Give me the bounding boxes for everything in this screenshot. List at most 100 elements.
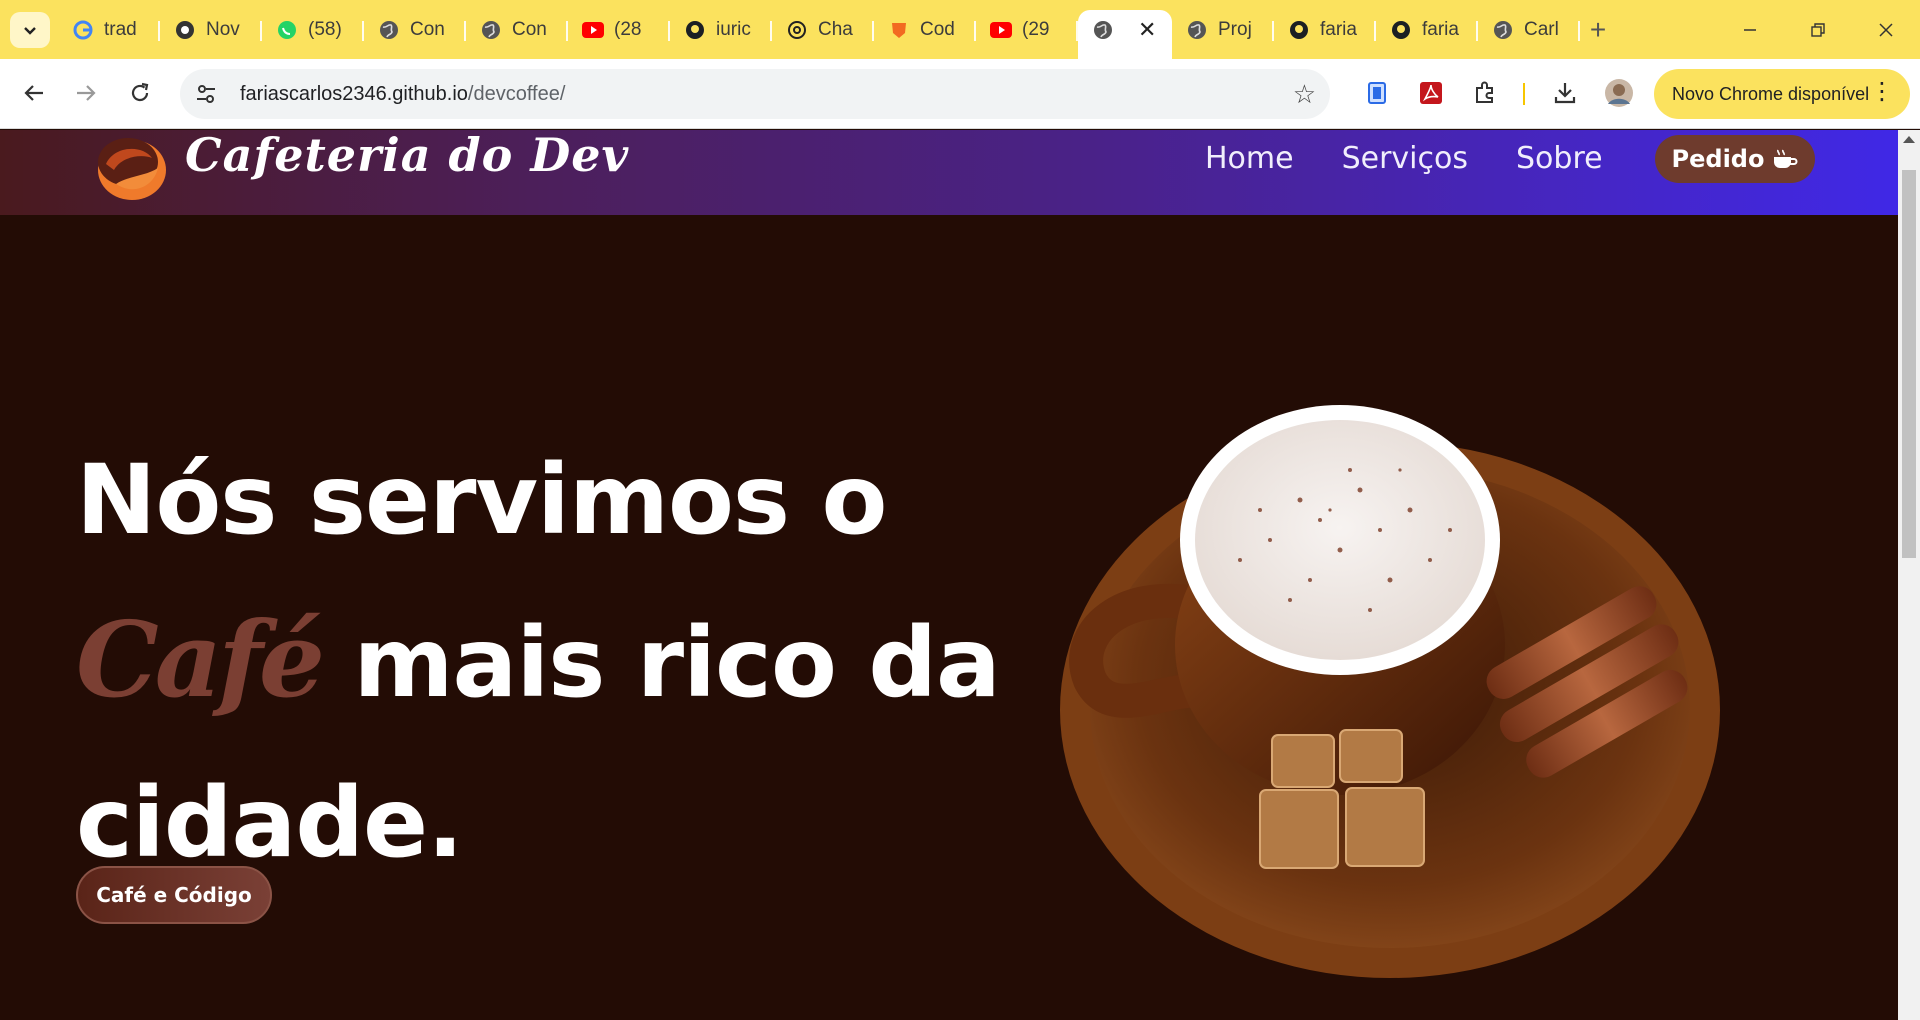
close-window-button[interactable] <box>1852 0 1920 59</box>
restore-icon <box>1811 22 1825 37</box>
tab-title: trad <box>104 18 137 40</box>
new-tab-button[interactable]: + <box>1580 10 1616 49</box>
github-icon <box>684 19 706 41</box>
tab-title: Con <box>410 18 445 40</box>
browser-tab[interactable]: (29 <box>976 10 1078 49</box>
site-logo-text[interactable]: Cafeteria do Dev <box>185 130 629 182</box>
tab-title: faria <box>1320 18 1357 40</box>
web-page: Cafeteria do Dev Home Serviços Sobre Ped… <box>0 130 1898 1020</box>
hero-accent-word: Café <box>76 598 325 721</box>
browser-tab[interactable]: faria <box>1376 10 1478 49</box>
chevron-down-icon <box>24 27 36 35</box>
page-scrollbar[interactable] <box>1898 130 1920 1020</box>
google-icon <box>72 19 94 41</box>
tab-title: Cha <box>818 18 853 40</box>
toolbar-separator <box>1523 83 1525 105</box>
nav-link-home[interactable]: Home <box>1205 138 1294 180</box>
reload-button[interactable] <box>120 73 160 113</box>
tab-title: Con <box>512 18 547 40</box>
update-label: Novo Chrome disponível <box>1672 83 1870 104</box>
browser-tab[interactable]: ✕ <box>1078 10 1172 59</box>
tab-search-button[interactable] <box>10 12 50 48</box>
tab-title: (58) <box>308 18 342 40</box>
browser-tab[interactable]: Proj <box>1172 10 1274 49</box>
reload-icon <box>131 82 149 102</box>
tab-list: trad Nov (58) Con Con (28 iuric Cha Cod (29 ✕ Proj f… <box>58 10 1616 59</box>
order-button-label: Pedido <box>1671 145 1765 173</box>
hero-line-2: Café mais rico da <box>76 580 1001 743</box>
browser-tabstrip: trad Nov (58) Con Con (28 iuric Cha Cod (29 ✕ Proj f… <box>0 0 1920 59</box>
tab-title: (28 <box>614 18 642 40</box>
url-text: fariascarlos2346.github.io/devcoffee/ <box>240 83 565 106</box>
url-host: fariascarlos2346.github.io <box>240 82 468 105</box>
youtube-icon <box>582 19 604 41</box>
globe-icon <box>1492 19 1514 41</box>
hero-cta-button[interactable]: Café e Código <box>76 866 272 924</box>
coffee-logo-icon[interactable] <box>88 130 172 204</box>
hero-line-1: Nós servimos o <box>76 444 887 556</box>
globe-icon <box>480 19 502 41</box>
arrow-left-icon <box>24 85 43 101</box>
coffee-cup-image <box>1060 405 1720 978</box>
tune-icon <box>197 85 215 103</box>
back-button[interactable] <box>14 73 54 113</box>
order-button[interactable]: Pedido <box>1655 135 1815 183</box>
bookmark-star-icon[interactable]: ☆ <box>1293 79 1316 110</box>
site-header: Cafeteria do Dev Home Serviços Sobre Ped… <box>0 130 1898 215</box>
tab-title: Cod <box>920 18 955 40</box>
youtube-icon <box>990 19 1012 41</box>
hero-title: Nós servimos o Café mais rico da cidade. <box>76 420 1001 903</box>
chrome-icon <box>174 19 196 41</box>
browser-tab[interactable]: faria <box>1274 10 1376 49</box>
site-info-button[interactable] <box>184 72 228 116</box>
url-path: /devcoffee/ <box>467 82 566 105</box>
restore-button[interactable] <box>1784 0 1852 59</box>
github-icon <box>1288 19 1310 41</box>
tab-title: faria <box>1422 18 1459 40</box>
close-icon <box>1879 22 1893 37</box>
browser-tab[interactable]: (58) <box>262 10 364 49</box>
tab-title: (29 <box>1022 18 1050 40</box>
browser-tab[interactable]: (28 <box>568 10 670 49</box>
browser-toolbar: fariascarlos2346.github.io/devcoffee/ ☆ … <box>0 59 1920 129</box>
browser-tab[interactable]: Carl <box>1478 10 1580 49</box>
more-vert-icon[interactable]: ⋮ <box>1870 80 1894 104</box>
openai-icon <box>786 19 808 41</box>
minimize-icon <box>1744 28 1756 31</box>
coffee-cup-icon <box>1774 149 1798 168</box>
nav-link-servicos[interactable]: Serviços <box>1342 138 1468 180</box>
scroll-up-arrow-icon[interactable] <box>1903 136 1915 143</box>
extensions-puzzle-icon[interactable] <box>1468 76 1502 110</box>
browser-tab[interactable]: Con <box>466 10 568 49</box>
browser-tab[interactable]: Con <box>364 10 466 49</box>
extension-pdf-icon[interactable] <box>1414 76 1448 110</box>
profile-avatar[interactable] <box>1602 76 1636 110</box>
scrollbar-thumb[interactable] <box>1902 170 1916 558</box>
tab-title: Nov <box>206 18 240 40</box>
github-icon <box>1390 19 1412 41</box>
address-bar[interactable]: fariascarlos2346.github.io/devcoffee/ ☆ <box>180 69 1330 119</box>
brave-icon <box>888 19 910 41</box>
whatsapp-icon <box>276 19 298 41</box>
minimize-button[interactable] <box>1716 0 1784 59</box>
downloads-icon[interactable] <box>1548 76 1582 110</box>
hero-line-2-rest: mais rico da <box>321 607 1001 719</box>
tab-title: Proj <box>1218 18 1252 40</box>
site-nav: Home Serviços Sobre <box>1205 138 1603 180</box>
browser-tab[interactable]: Cod <box>874 10 976 49</box>
tab-title: iuric <box>716 18 751 40</box>
chrome-update-button[interactable]: Novo Chrome disponível ⋮ <box>1654 69 1910 119</box>
close-tab-icon[interactable]: ✕ <box>1138 19 1156 41</box>
globe-icon <box>1186 19 1208 41</box>
browser-tab[interactable]: Cha <box>772 10 874 49</box>
window-controls <box>1716 0 1920 59</box>
browser-tab[interactable]: iuric <box>670 10 772 49</box>
extension-translate-icon[interactable] <box>1360 76 1394 110</box>
browser-tab[interactable]: Nov <box>160 10 262 49</box>
globe-icon <box>1092 19 1114 41</box>
browser-tab[interactable]: trad <box>58 10 160 49</box>
nav-link-sobre[interactable]: Sobre <box>1516 138 1603 180</box>
globe-icon <box>378 19 400 41</box>
forward-button[interactable] <box>66 73 106 113</box>
tab-title: Carl <box>1524 18 1559 40</box>
